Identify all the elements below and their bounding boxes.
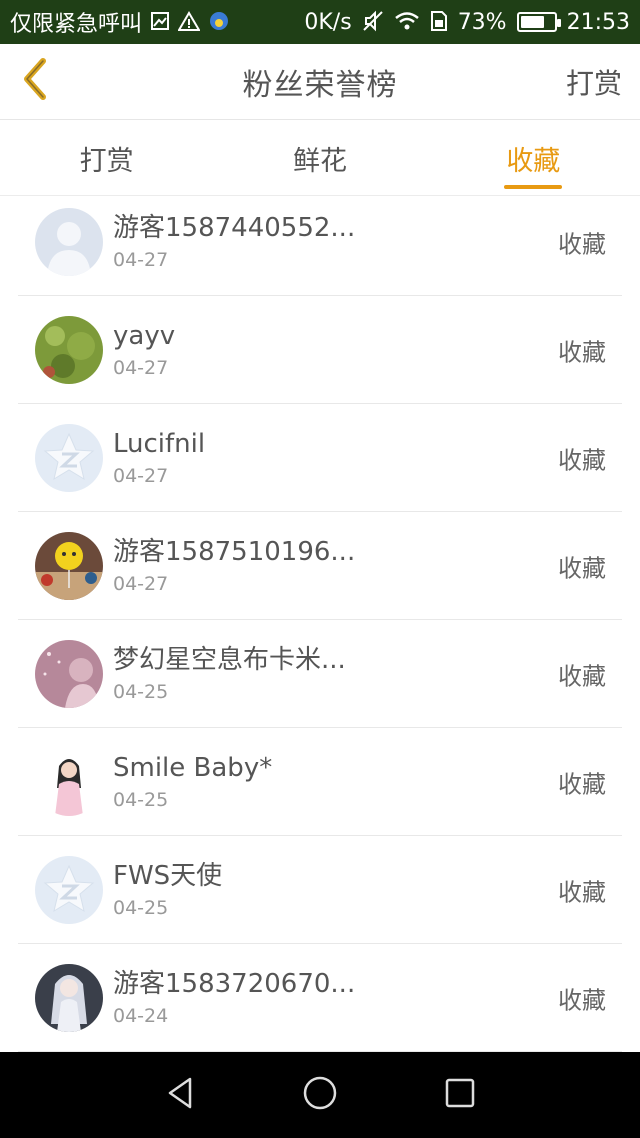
action-label: 收藏 [558, 986, 606, 1014]
list-item[interactable]: 游客1583720670... 04-24 收藏 [18, 944, 622, 1052]
battery-percent: 73% [457, 9, 507, 35]
nav-back-button[interactable] [155, 1070, 205, 1120]
date-label: 04-27 [113, 464, 169, 487]
system-nav-bar [0, 1052, 640, 1138]
tab-label: 收藏 [506, 145, 561, 177]
date-label: 04-25 [113, 788, 169, 811]
tab-label: 鲜花 [292, 145, 347, 177]
avatar [35, 963, 103, 1032]
list-item[interactable]: 梦幻星空息布卡米... 04-25 收藏 [18, 620, 622, 728]
tab-label: 打赏 [79, 145, 134, 177]
user-name: Smile Baby* [113, 752, 273, 783]
back-button[interactable] [14, 56, 54, 106]
user-name: 游客1587510196... [113, 536, 356, 567]
date-label: 04-24 [113, 1004, 169, 1027]
date-label: 04-27 [113, 572, 169, 595]
avatar [35, 747, 103, 816]
carrier-text: 仅限紧急呼叫 [10, 12, 143, 37]
date-label: 04-27 [113, 356, 169, 379]
circle-home-icon [301, 1074, 339, 1116]
reward-button[interactable]: 打赏 [566, 62, 622, 102]
list-item[interactable]: 游客1587440552... 04-27 收藏 [18, 188, 622, 296]
tab-reward[interactable]: 打赏 [0, 121, 213, 195]
avatar [35, 207, 103, 276]
action-label: 收藏 [558, 230, 606, 258]
tab-favorites[interactable]: 收藏 [427, 121, 640, 195]
avatar [35, 315, 103, 384]
nav-home-button[interactable] [295, 1070, 345, 1120]
mute-icon [362, 10, 384, 35]
wifi-icon [394, 11, 420, 34]
status-bar: 仅限紧急呼叫 0K/s 73% 21:53 [0, 0, 640, 44]
avatar [35, 855, 103, 924]
user-name: FWS天使 [113, 860, 223, 891]
date-label: 04-25 [113, 680, 169, 703]
date-label: 04-25 [113, 896, 169, 919]
date-label: 04-27 [113, 248, 169, 271]
list-item[interactable]: 游客1587510196... 04-27 收藏 [18, 512, 622, 620]
avatar [35, 639, 103, 708]
square-recents-icon [443, 1076, 477, 1114]
user-name: 游客1583720670... [113, 968, 356, 999]
triangle-back-icon [162, 1075, 198, 1115]
clock: 21:53 [566, 9, 630, 35]
fan-list: 游客1587440552... 04-27 收藏 yayv 04-27 收藏 L… [18, 188, 622, 1052]
sim-icon [430, 10, 448, 35]
tab-bar: 打赏 鲜花 收藏 [0, 121, 640, 196]
chevron-left-icon [19, 57, 49, 105]
list-item[interactable]: Lucifnil 04-27 收藏 [18, 404, 622, 512]
avatar [35, 531, 103, 600]
app-notification-icon [208, 10, 230, 35]
tab-flowers[interactable]: 鲜花 [213, 121, 426, 195]
net-speed: 0K/s [304, 9, 352, 35]
battery-icon [516, 12, 561, 32]
action-label: 收藏 [558, 878, 606, 906]
list-item[interactable]: FWS天使 04-25 收藏 [18, 836, 622, 944]
action-label: 收藏 [558, 770, 606, 798]
nav-recents-button[interactable] [435, 1070, 485, 1120]
action-label: 收藏 [558, 446, 606, 474]
user-name: 游客1587440552... [113, 212, 356, 243]
action-label: 收藏 [558, 554, 606, 582]
user-name: 梦幻星空息布卡米... [113, 644, 346, 675]
header-bar: 粉丝荣誉榜 打赏 [0, 44, 640, 120]
warning-icon [177, 10, 201, 34]
user-name: yayv [113, 320, 176, 351]
user-name: Lucifnil [113, 428, 206, 459]
avatar [35, 423, 103, 492]
image-notification-icon [150, 11, 170, 34]
list-item[interactable]: yayv 04-27 收藏 [18, 296, 622, 404]
page-title: 粉丝荣誉榜 [242, 67, 398, 103]
action-label: 收藏 [558, 662, 606, 690]
action-label: 收藏 [558, 338, 606, 366]
list-item[interactable]: Smile Baby* 04-25 收藏 [18, 728, 622, 836]
